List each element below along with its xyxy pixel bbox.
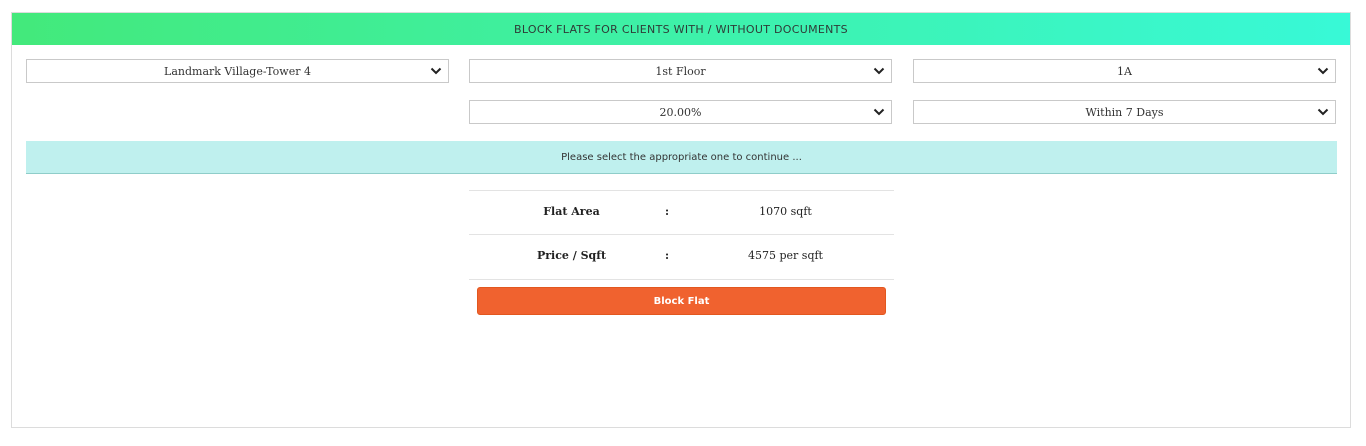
table-row: Flat Area : 1070 sqft — [469, 190, 894, 234]
block-flat-button[interactable]: Block Flat — [477, 287, 886, 315]
project-select[interactable]: Landmark Village-Tower 4 — [26, 59, 449, 83]
chevron-down-icon — [1317, 67, 1329, 75]
flat-select[interactable]: 1A — [913, 59, 1336, 83]
flat-area-value: 1070 sqft — [759, 205, 812, 218]
price-per-sqft-value: 4575 per sqft — [748, 249, 823, 262]
info-notice: Please select the appropriate one to con… — [26, 141, 1337, 174]
percentage-select-value: 20.00% — [659, 105, 702, 119]
chevron-down-icon — [1317, 108, 1329, 116]
row-separator: : — [665, 249, 670, 262]
chevron-down-icon — [873, 108, 885, 116]
panel-header: BLOCK FLATS FOR CLIENTS WITH / WITHOUT D… — [12, 13, 1350, 45]
flat-area-label: Flat Area — [543, 205, 600, 218]
price-per-sqft-label: Price / Sqft — [536, 249, 607, 262]
flat-info-table: Flat Area : 1070 sqft Price / Sqft : 457… — [469, 190, 894, 280]
project-select-value: Landmark Village-Tower 4 — [164, 64, 311, 78]
block-flats-panel: BLOCK FLATS FOR CLIENTS WITH / WITHOUT D… — [11, 12, 1351, 428]
chevron-down-icon — [430, 67, 442, 75]
flat-select-value: 1A — [1117, 64, 1132, 78]
chevron-down-icon — [873, 67, 885, 75]
duration-select[interactable]: Within 7 Days — [913, 100, 1336, 124]
floor-select-value: 1st Floor — [655, 64, 706, 78]
row-separator: : — [665, 205, 670, 218]
duration-select-value: Within 7 Days — [1085, 105, 1164, 119]
table-row: Price / Sqft : 4575 per sqft — [469, 234, 894, 280]
block-flat-button-label: Block Flat — [653, 295, 710, 307]
floor-select[interactable]: 1st Floor — [469, 59, 892, 83]
percentage-select[interactable]: 20.00% — [469, 100, 892, 124]
notice-text: Please select the appropriate one to con… — [561, 151, 802, 163]
panel-title: BLOCK FLATS FOR CLIENTS WITH / WITHOUT D… — [514, 22, 848, 36]
